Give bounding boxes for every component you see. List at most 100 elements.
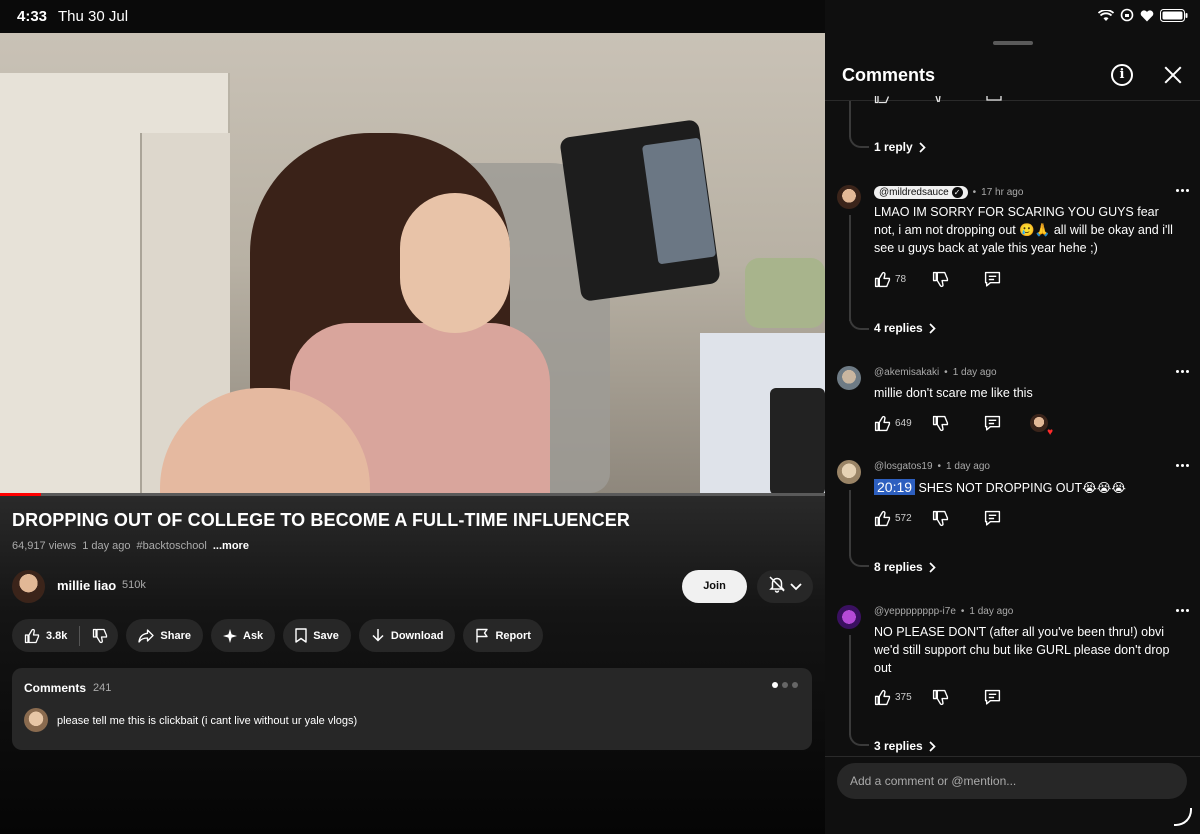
view-count: 64,917 views [12, 540, 77, 552]
comment-input[interactable]: Add a comment or @mention... [837, 763, 1187, 799]
thread-line [849, 215, 851, 321]
ask-label: Ask [243, 629, 264, 642]
thumbs-up-icon [874, 689, 891, 706]
channel-avatar[interactable] [12, 570, 45, 603]
replies-link[interactable]: 4 replies [874, 321, 936, 335]
comment-like-count: 649 [895, 417, 912, 429]
thread-curve [849, 134, 869, 148]
description-more-link[interactable]: ...more [213, 540, 249, 552]
upload-age: 1 day ago [82, 540, 131, 552]
share-button[interactable]: Share [126, 619, 203, 652]
comment-reply-button[interactable] [984, 271, 1030, 288]
comment-item: @losgatos19 • 1 day ago 20:19 SHES NOT D… [837, 460, 1192, 540]
join-button[interactable]: Join [682, 570, 747, 603]
battery-icon [1160, 8, 1188, 27]
like-button[interactable]: 3.8k [24, 628, 67, 644]
comment-more-button[interactable] [1176, 189, 1192, 195]
video-timestamp-link[interactable]: 20:19 [874, 479, 916, 495]
creator-handle-chip[interactable]: @mildredsauce ✓ [874, 186, 968, 199]
creator-heart-icon [1030, 414, 1053, 438]
comment-author[interactable]: @akemisakaki [874, 367, 939, 378]
reply-icon [986, 96, 1002, 101]
like-dislike-group: 3.8k [12, 619, 119, 652]
comment-like-button[interactable]: 649 [874, 415, 932, 432]
comment-time: 1 day ago [952, 367, 997, 378]
download-icon [372, 629, 384, 642]
dot-separator: • [937, 461, 942, 472]
replies-label: 3 replies [874, 739, 923, 753]
video-player[interactable] [0, 33, 825, 495]
comment-dislike-button[interactable] [932, 415, 984, 432]
replies-link[interactable]: 1 reply [874, 140, 926, 154]
thread-line [849, 635, 851, 735]
bookmark-icon [295, 628, 307, 643]
status-date: Thu 30 Jul [58, 8, 129, 25]
verified-icon: ✓ [951, 187, 963, 198]
reply-icon [984, 271, 1001, 287]
close-button[interactable] [1162, 64, 1184, 86]
dislike-button[interactable] [86, 628, 118, 644]
chevron-down-icon [790, 578, 802, 596]
comment-dislike-button[interactable] [932, 510, 984, 527]
comment-actions: 649 [874, 414, 1053, 438]
replies-link[interactable]: 3 replies [874, 739, 936, 753]
comment-like-button[interactable]: 375 [874, 689, 932, 706]
comments-panel: Comments i 1 reply @mildredsauce ✓ • 17 … [825, 0, 1200, 834]
comment-author[interactable]: @losgatos19 [874, 461, 933, 472]
comment-author[interactable]: @yepppppppp-i7e [874, 606, 956, 617]
thread-curve [849, 732, 869, 746]
comment-reply-button[interactable] [984, 689, 1030, 706]
like-separator [79, 625, 81, 646]
dot-separator: • [960, 606, 965, 617]
commenter-avatar[interactable] [837, 185, 861, 209]
comment-dislike-button[interactable] [932, 271, 984, 288]
comment-more-button[interactable] [1176, 464, 1192, 470]
download-button[interactable]: Download [358, 619, 456, 652]
comment-reply-button[interactable] [984, 415, 1030, 432]
thumbs-up-icon [874, 96, 890, 104]
panel-drag-handle[interactable] [993, 41, 1033, 45]
comment-more-button[interactable] [1176, 609, 1192, 615]
video-progress-bar[interactable] [0, 493, 825, 496]
save-button[interactable]: Save [283, 619, 351, 652]
comments-card-count: 241 [93, 682, 112, 694]
commenter-avatar[interactable] [837, 366, 861, 390]
chevron-right-icon [929, 561, 936, 573]
comment-actions: 375 [874, 689, 1030, 706]
share-icon [138, 628, 155, 643]
replies-link[interactable]: 8 replies [874, 560, 936, 574]
video-frame-person-face [400, 193, 510, 333]
sparkle-icon [223, 628, 237, 643]
comments-teaser-card[interactable]: Comments 241 please tell me this is clic… [12, 668, 812, 750]
hashtag[interactable]: #backtoschool [137, 540, 207, 552]
video-actions: 3.8k Share Ask Save Download Report [12, 619, 543, 652]
ask-button[interactable]: Ask [211, 619, 276, 652]
video-meta[interactable]: 64,917 views 1 day ago #backtoschool ...… [12, 540, 249, 552]
commenter-avatar[interactable] [837, 460, 861, 484]
video-title: DROPPING OUT OF COLLEGE TO BECOME A FULL… [12, 510, 630, 530]
comment-like-button[interactable]: 78 [874, 271, 932, 288]
comment-item: @akemisakaki • 1 day ago millie don't sc… [837, 366, 1192, 438]
report-button[interactable]: Report [463, 619, 543, 652]
thread-line [849, 101, 851, 137]
thumbs-up-icon [24, 628, 40, 643]
status-icons [1097, 8, 1188, 27]
channel-name[interactable]: millie liao [57, 578, 116, 593]
comment-like-button[interactable]: 572 [874, 510, 932, 527]
replies-label: 8 replies [874, 560, 923, 574]
commenter-avatar[interactable] [837, 605, 861, 629]
comment-like-count: 78 [895, 274, 907, 285]
chevron-right-icon [929, 322, 936, 334]
comment-dislike-button[interactable] [932, 689, 984, 706]
comment-more-button[interactable] [1176, 370, 1192, 376]
input-divider [825, 756, 1200, 757]
comment-item: @mildredsauce ✓ • 17 hr ago LMAO IM SORR… [837, 185, 1192, 315]
dot-separator: • [944, 367, 948, 378]
info-button[interactable]: i [1111, 64, 1133, 86]
subscriber-count: 510k [122, 579, 146, 591]
carousel-dots [772, 682, 798, 688]
notifications-button[interactable] [757, 570, 813, 603]
comment-reply-button[interactable] [984, 510, 1030, 527]
comments-card-top-comment: please tell me this is clickbait (i cant… [57, 715, 358, 727]
resize-handle-icon[interactable] [1174, 808, 1192, 826]
